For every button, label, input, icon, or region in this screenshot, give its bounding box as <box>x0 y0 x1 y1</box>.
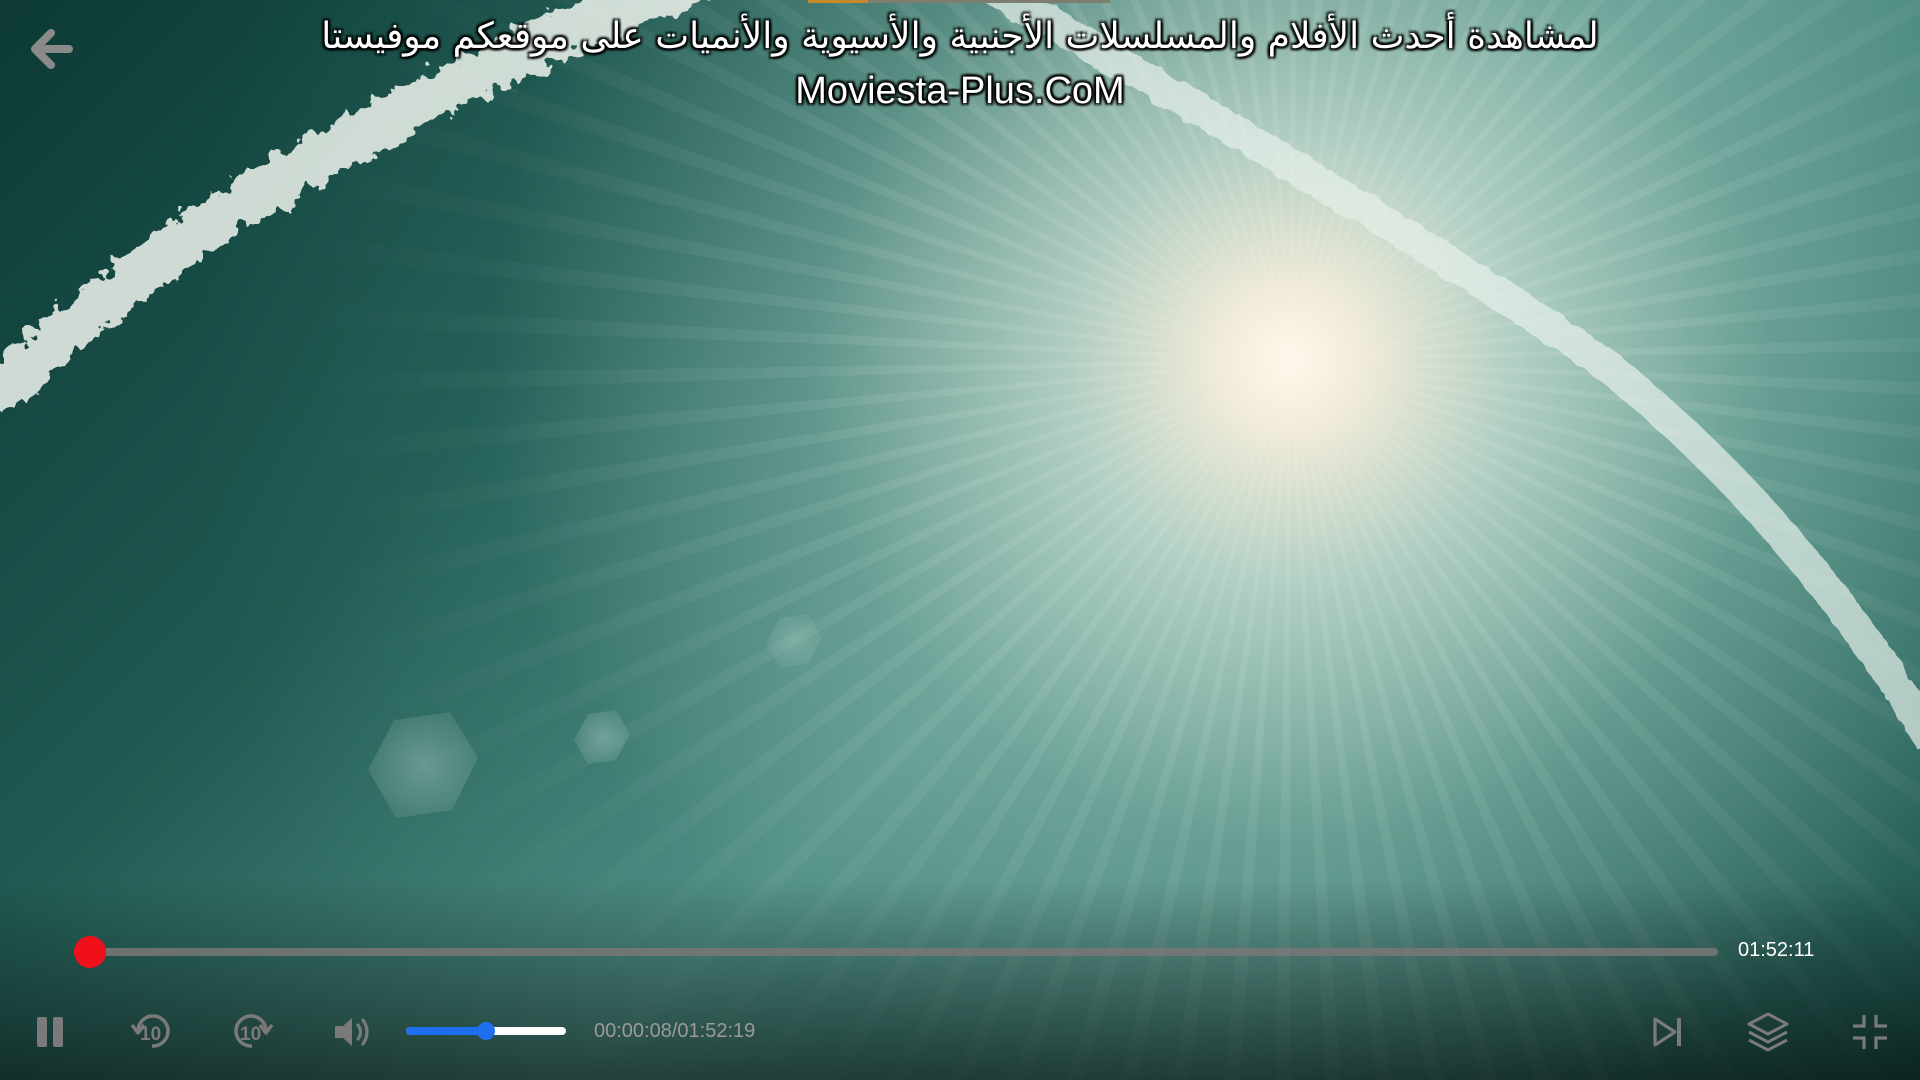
pause-icon <box>37 1017 63 1047</box>
arrow-left-icon <box>31 29 73 69</box>
volume-handle[interactable] <box>477 1022 495 1040</box>
lens-flare-hexagon <box>368 712 478 818</box>
volume-up-icon <box>335 1018 369 1046</box>
seek-handle[interactable] <box>73 936 106 968</box>
controls-backdrop <box>0 880 1920 1080</box>
rewind-10-button[interactable]: 10 <box>126 1006 178 1058</box>
forward-10-button[interactable]: 10 <box>226 1006 278 1058</box>
forward-seconds-label: 10 <box>240 1024 262 1045</box>
rewind-seconds-label: 10 <box>140 1024 162 1045</box>
seek-bar[interactable] <box>88 948 1718 956</box>
next-button[interactable] <box>1642 1006 1694 1058</box>
lens-flare-hexagon-small <box>574 710 630 764</box>
time-readout: 00:00:08/01:52:19 <box>594 1020 756 1042</box>
layers-icon <box>1747 1012 1789 1052</box>
exit-fullscreen-button[interactable] <box>1844 1006 1896 1058</box>
skip-next-icon <box>1653 1017 1681 1047</box>
pause-button[interactable] <box>24 1006 76 1058</box>
remaining-time: 01:52:11 <box>1738 939 1815 961</box>
tracks-button[interactable] <box>1742 1006 1794 1058</box>
exit-fullscreen-icon <box>1853 1015 1887 1049</box>
arc-stroke-left <box>0 0 707 417</box>
volume-level <box>406 1027 486 1035</box>
lens-flare-hexagon-faint <box>766 614 822 668</box>
mute-button[interactable] <box>328 1006 380 1058</box>
video-player[interactable]: لمشاهدة أحدث الأفلام والمسلسلات الأجنبية… <box>0 0 1920 1080</box>
back-button[interactable] <box>26 24 76 74</box>
top-progress-strip <box>808 0 1110 3</box>
subtitle-line-site: Moviesta-Plus.CoM <box>795 70 1125 112</box>
subtitle-line-arabic: لمشاهدة أحدث الأفلام والمسلسلات الأجنبية… <box>321 16 1599 57</box>
